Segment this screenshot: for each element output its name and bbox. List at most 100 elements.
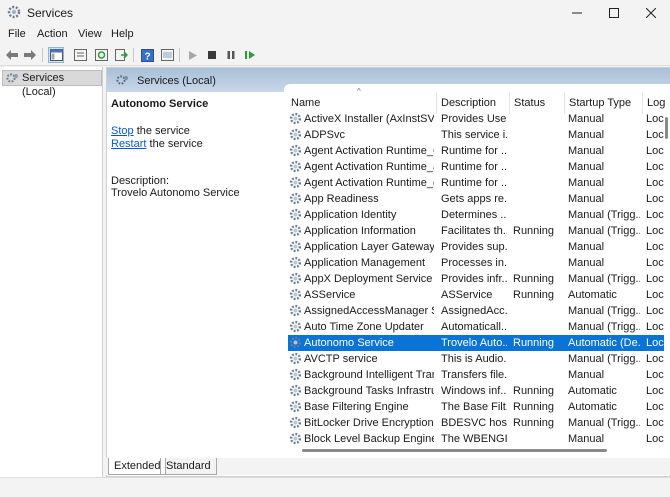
column-header-status[interactable]: Status — [514, 97, 545, 109]
refresh-icon — [94, 49, 108, 61]
cell-name: Application Information — [304, 225, 416, 237]
cell-description: Provides Use... — [441, 113, 507, 125]
table-row[interactable]: Application Information Facilitates th...… — [288, 223, 664, 239]
cell-startup-type: Manual (Trigg... — [568, 273, 640, 285]
table-row[interactable]: Background Intelligent Tran... Transfers … — [288, 367, 664, 383]
cell-description: Provides sup... — [441, 241, 507, 253]
cell-startup-type: Manual — [568, 161, 605, 173]
table-row[interactable]: Agent Activation Runtime_a... Runtime for… — [288, 159, 664, 175]
pause-service-button[interactable] — [223, 47, 239, 63]
table-row[interactable]: ActiveX Installer (AxInstSV) Provides Use… — [288, 111, 664, 127]
table-row[interactable]: BitLocker Drive Encryption S... BDESVC ho… — [288, 415, 664, 431]
column-header-description[interactable]: Description — [441, 97, 496, 109]
window-title: Services — [27, 6, 74, 20]
table-row[interactable]: AVCTP service This is Audio... Manual (Tri… — [288, 351, 664, 367]
maximize-icon — [609, 8, 619, 18]
tab-extended[interactable]: Extended — [108, 458, 167, 475]
resume-service-button[interactable] — [242, 47, 258, 63]
cell-description: This is Audio... — [441, 353, 507, 365]
cell-name: Autonomo Service — [304, 337, 394, 349]
export-list-button[interactable] — [113, 47, 129, 63]
cell-status: Running — [513, 273, 554, 285]
table-row-selected[interactable]: Autonomo Service Trovelo Auto... Running Au… — [288, 335, 664, 351]
console-button[interactable] — [159, 47, 175, 63]
cell-description: Trovelo Auto... — [441, 337, 507, 349]
table-row[interactable]: ADPSvcThis service i...ManualLoc — [288, 127, 664, 143]
cell-startup-type: Manual — [568, 369, 605, 381]
start-service-button[interactable] — [185, 47, 201, 63]
horizontal-scroll-thumb[interactable] — [302, 449, 607, 452]
services-list: ^ Name Description Status Startup Type L… — [284, 84, 670, 459]
column-header-name[interactable]: Name — [291, 97, 320, 109]
menu-help[interactable]: Help — [111, 28, 134, 40]
service-gear-icon — [289, 128, 302, 144]
table-row[interactable]: Base Filtering Engine The Base Filt... Run… — [288, 399, 664, 415]
cell-startup-type: Manual — [568, 257, 605, 269]
service-gear-icon — [289, 272, 302, 288]
cell-name: ASService — [304, 289, 356, 301]
table-row[interactable]: Background Tasks Infrastruc... Windows in… — [288, 383, 664, 399]
vertical-scroll-thumb[interactable] — [665, 117, 668, 139]
forward-arrow-icon — [24, 50, 36, 60]
cell-description: Provides infr... — [441, 273, 507, 285]
table-row[interactable]: ASService ASService Running Automatic Loc — [288, 287, 664, 303]
cell-startup-type: Automatic (De... — [568, 337, 640, 349]
table-row[interactable]: AssignedAccessManager Ser... AssignedAcc.… — [288, 303, 664, 319]
description-text: Trovelo Autonomo Service — [111, 187, 240, 199]
cell-name: Base Filtering Engine — [304, 401, 409, 413]
cell-startup-type: Automatic — [568, 385, 617, 397]
cell-name: Agent Activation Runtime_a... — [304, 161, 434, 173]
cell-startup-type: Manual (Trigg... — [568, 417, 640, 429]
content-header-title: Services (Local) — [137, 75, 216, 87]
service-gear-icon — [289, 144, 302, 160]
properties-button[interactable] — [72, 47, 88, 63]
back-arrow-icon — [6, 50, 18, 60]
table-row[interactable]: Agent Activation Runtime_6... Runtime for… — [288, 143, 664, 159]
stop-service-icon — [208, 51, 216, 59]
cell-name: BitLocker Drive Encryption S... — [304, 417, 434, 429]
menu-file[interactable]: File — [8, 28, 26, 40]
cell-startup-type: Manual (Trigg... — [568, 209, 640, 221]
table-row[interactable]: AppX Deployment Service (A... Provides in… — [288, 271, 664, 287]
table-row[interactable]: Auto Time Zone Updater Automaticall... Man… — [288, 319, 664, 335]
cell-name: App Readiness — [304, 193, 379, 205]
view-tabs: Extended Standard — [106, 458, 670, 475]
menu-action[interactable]: Action — [37, 28, 68, 40]
cell-description: Runtime for ... — [441, 161, 507, 173]
column-header-log-on-as[interactable]: Log — [647, 97, 665, 109]
restart-service-link[interactable]: Restart — [111, 138, 146, 150]
tree-item-services-local[interactable]: Services (Local) — [2, 70, 102, 98]
toolbar: ? — [0, 44, 670, 66]
cell-description: Runtime for ... — [441, 145, 507, 157]
refresh-button[interactable] — [93, 47, 109, 63]
help-button[interactable]: ? — [139, 47, 155, 63]
cell-description: Determines ... — [441, 209, 507, 221]
cell-name: AVCTP service — [304, 353, 378, 365]
table-row[interactable]: Application Layer Gateway S... Provides s… — [288, 239, 664, 255]
cell-description: Processes in... — [441, 257, 507, 269]
table-row[interactable]: Agent Activation Runtime_cf... Runtime fo… — [288, 175, 664, 191]
tab-standard[interactable]: Standard — [160, 458, 217, 475]
export-list-icon — [114, 49, 128, 61]
table-row[interactable]: Application Identity Determines ... Manual… — [288, 207, 664, 223]
close-button[interactable] — [628, 0, 670, 26]
horizontal-scrollbar[interactable] — [284, 445, 664, 455]
stop-service-link[interactable]: Stop — [111, 125, 134, 137]
table-row[interactable]: Application Management Processes in... Man… — [288, 255, 664, 271]
stop-suffix: the service — [133, 125, 190, 137]
cell-description: AssignedAcc... — [441, 305, 507, 317]
vertical-scrollbar[interactable] — [663, 111, 670, 441]
stop-line: Stop the service — [111, 125, 190, 137]
forward-button[interactable] — [22, 47, 38, 63]
table-row[interactable]: App Readiness Gets apps re... Manual Loc — [288, 191, 664, 207]
cell-description: The WBENGI... — [441, 433, 507, 445]
column-header-startup-type[interactable]: Startup Type — [569, 97, 631, 109]
cell-status: Running — [513, 401, 554, 413]
show-console-tree-button[interactable] — [48, 47, 64, 63]
service-gear-icon — [289, 352, 302, 368]
menu-view[interactable]: View — [78, 28, 102, 40]
cell-description: BDESVC hos... — [441, 417, 507, 429]
stop-service-button[interactable] — [204, 47, 220, 63]
back-button[interactable] — [4, 47, 20, 63]
title-bar: Services — [0, 0, 670, 26]
